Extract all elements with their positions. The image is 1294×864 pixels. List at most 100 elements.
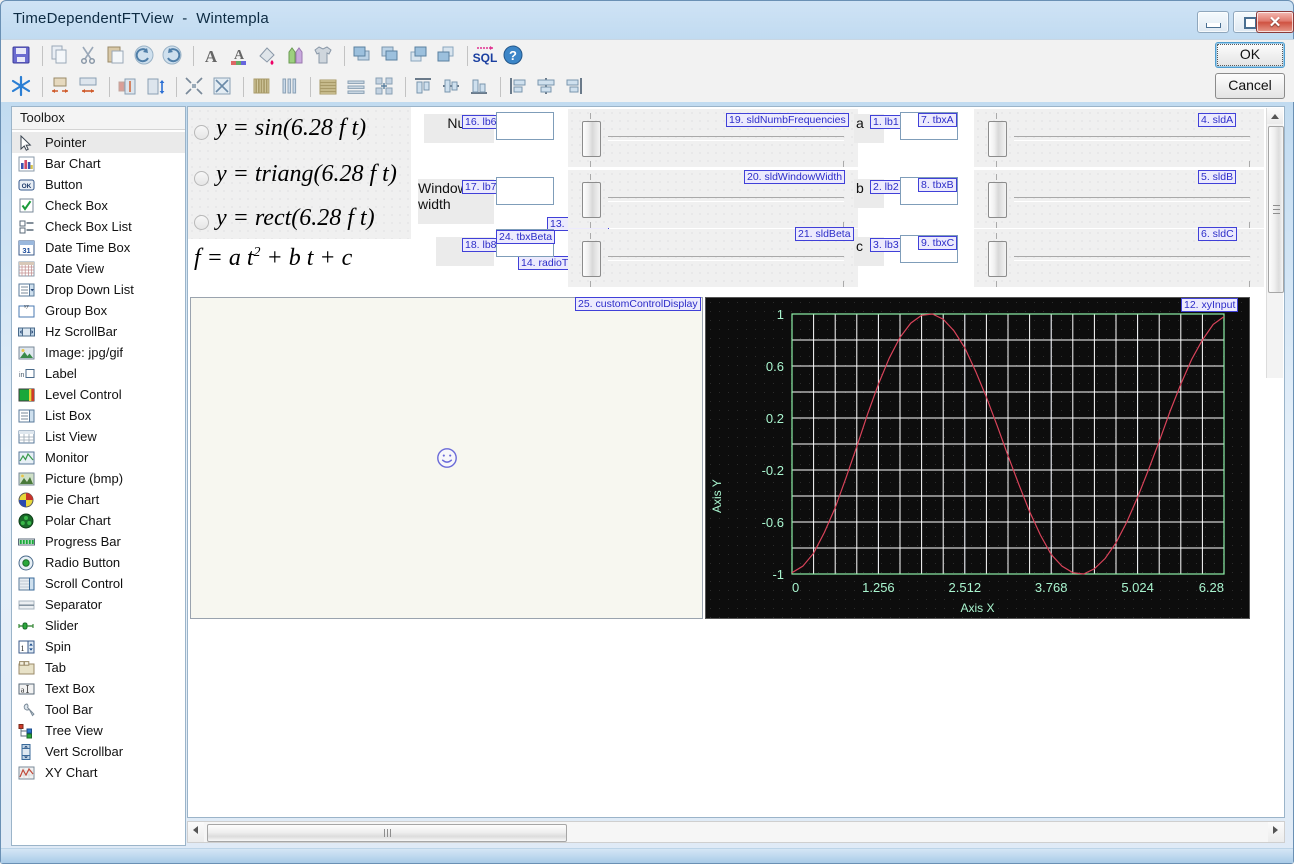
paste-icon[interactable] (104, 43, 130, 69)
toolbox-item-date-view[interactable]: Date View (12, 258, 185, 279)
font-icon[interactable]: A (199, 43, 225, 69)
columns-dense-icon[interactable] (249, 74, 275, 100)
toolbox-item-tool-bar[interactable]: Tool Bar (12, 699, 185, 720)
slider-thumb[interactable] (988, 241, 1007, 277)
radio-indicator[interactable] (194, 125, 209, 140)
slider-track[interactable] (608, 256, 844, 261)
toolbox-item-check-box[interactable]: Check Box (12, 195, 185, 216)
size-width-icon[interactable] (115, 74, 141, 100)
align-left-icon[interactable] (506, 74, 532, 100)
toolbox-item-button[interactable]: OK Button (12, 174, 185, 195)
horizontal-scroll-thumb[interactable] (207, 824, 567, 842)
toolbox-item-pointer[interactable]: Pointer (12, 132, 185, 153)
radio-indicator[interactable] (194, 171, 209, 186)
design-vertical-scrollbar[interactable] (1266, 108, 1284, 378)
align-right-icon[interactable] (562, 74, 588, 100)
bring-forward-icon[interactable] (406, 43, 432, 69)
close-button[interactable]: ✕ (1256, 11, 1294, 33)
undo-icon[interactable] (132, 43, 158, 69)
textbox-left-2[interactable] (496, 177, 554, 205)
space-horizontally-icon[interactable] (48, 74, 74, 100)
scroll-right-button[interactable] (1268, 822, 1284, 842)
bring-to-front-icon[interactable] (350, 43, 376, 69)
slider-track[interactable] (1014, 197, 1250, 202)
expand-icon[interactable] (210, 74, 236, 100)
toolbox-item-hz-scrollbar[interactable]: Hz ScrollBar (12, 321, 185, 342)
toolbox-item-polar-chart[interactable]: Polar Chart (12, 510, 185, 531)
toolbox-item-scroll-control[interactable]: Scroll Control (12, 573, 185, 594)
snowflake-icon[interactable] (9, 74, 35, 100)
scroll-left-button[interactable] (188, 822, 204, 842)
theme-shirt-icon[interactable] (311, 43, 337, 69)
toolbox-item-monitor[interactable]: Monitor (12, 447, 185, 468)
minimize-button[interactable] (1197, 11, 1229, 33)
slider-track[interactable] (608, 136, 844, 141)
align-top-icon[interactable] (411, 74, 437, 100)
grip-line (1273, 205, 1280, 206)
fill-color-icon[interactable] (255, 43, 281, 69)
ok-button[interactable]: OK (1215, 42, 1285, 68)
align-bottom-icon[interactable] (467, 74, 493, 100)
design-surface[interactable]: y = sin(6.28 f t) y = triang(6.28 f t) y =… (187, 106, 1285, 818)
toolbox-item-date-time-box[interactable]: 31 Date Time Box (12, 237, 185, 258)
toolbox-item-separator[interactable]: Separator (12, 594, 185, 615)
radio-option-2[interactable]: y = triang(6.28 f t) (194, 159, 409, 203)
slider-thumb[interactable] (582, 241, 601, 277)
pencil-colors-icon[interactable] (283, 43, 309, 69)
toolbox-item-slider[interactable]: Slider (12, 615, 185, 636)
toolbox-item-level-control[interactable]: Level Control (12, 384, 185, 405)
cut-icon[interactable] (76, 43, 102, 69)
shrink-icon[interactable] (182, 74, 208, 100)
slider-thumb[interactable] (582, 121, 601, 157)
slider-track[interactable] (1014, 256, 1250, 261)
slider-thumb[interactable] (988, 182, 1007, 218)
toolbox-item-xy-chart[interactable]: XY Chart (12, 762, 185, 783)
toolbox-item-bar-chart[interactable]: Bar Chart (12, 153, 185, 174)
slider-thumb[interactable] (582, 182, 601, 218)
slider-track[interactable] (1014, 136, 1250, 141)
send-to-back-icon[interactable] (378, 43, 404, 69)
textbox-left-1[interactable] (496, 112, 554, 140)
toolbox-item-spin[interactable]: 1 Spin (12, 636, 185, 657)
save-icon[interactable] (9, 43, 35, 69)
help-icon[interactable]: ? (501, 43, 527, 69)
grid-center-icon[interactable] (372, 74, 398, 100)
scroll-up-button[interactable] (1267, 108, 1283, 124)
toolbox-item-group-box[interactable]: xy Group Box (12, 300, 185, 321)
toolbox-item-tree-view[interactable]: Tree View (12, 720, 185, 741)
toolbox-item-tab[interactable]: Tab (12, 657, 185, 678)
columns-icon[interactable] (277, 74, 303, 100)
custom-control-display[interactable] (190, 297, 703, 619)
toolbox-item-list-box[interactable]: List Box (12, 405, 185, 426)
toolbox-item-progress-bar[interactable]: Progress Bar (12, 531, 185, 552)
toolbox-item-text-box[interactable]: a Text Box (12, 678, 185, 699)
xy-chart[interactable]: 1 0.6 0.2 -0.2 -0.6 -1 0 1.256 2.512 3.768 5.024 6.… (705, 297, 1250, 619)
send-backward-icon[interactable] (434, 43, 460, 69)
redo-icon[interactable] (160, 43, 186, 69)
toolbox-item-image-jpg-gif[interactable]: Image: jpg/gif (12, 342, 185, 363)
size-height-icon[interactable] (143, 74, 169, 100)
font-color-icon[interactable]: A (227, 43, 253, 69)
toolbox-item-radio-button[interactable]: Radio Button (12, 552, 185, 573)
vertical-scroll-thumb[interactable] (1268, 126, 1284, 293)
toolbox-item-picture-bmp[interactable]: Picture (bmp) (12, 468, 185, 489)
rows-icon[interactable] (344, 74, 370, 100)
toolbox-item-drop-down-list[interactable]: Drop Down List (12, 279, 185, 300)
sql-icon[interactable]: SQL (473, 43, 499, 69)
rows-dense-icon[interactable] (316, 74, 342, 100)
toolbox-item-pie-chart[interactable]: Pie Chart (12, 489, 185, 510)
slider-track[interactable] (608, 197, 844, 202)
toolbox-item-vert-scrollbar[interactable]: Vert Scrollbar (12, 741, 185, 762)
cancel-button[interactable]: Cancel (1215, 73, 1285, 99)
toolbox-item-check-box-list[interactable]: Check Box List (12, 216, 185, 237)
radio-option-1[interactable]: y = sin(6.28 f t) (194, 113, 409, 157)
design-horizontal-scrollbar[interactable] (187, 821, 1285, 843)
space-vertically-icon[interactable] (76, 74, 102, 100)
align-middle-icon[interactable] (439, 74, 465, 100)
toolbox-item-list-view[interactable]: List View (12, 426, 185, 447)
slider-thumb[interactable] (988, 121, 1007, 157)
align-center-icon[interactable] (534, 74, 560, 100)
copy-icon[interactable] (48, 43, 74, 69)
radio-indicator[interactable] (194, 215, 209, 230)
toolbox-item-label[interactable]: in Label (12, 363, 185, 384)
